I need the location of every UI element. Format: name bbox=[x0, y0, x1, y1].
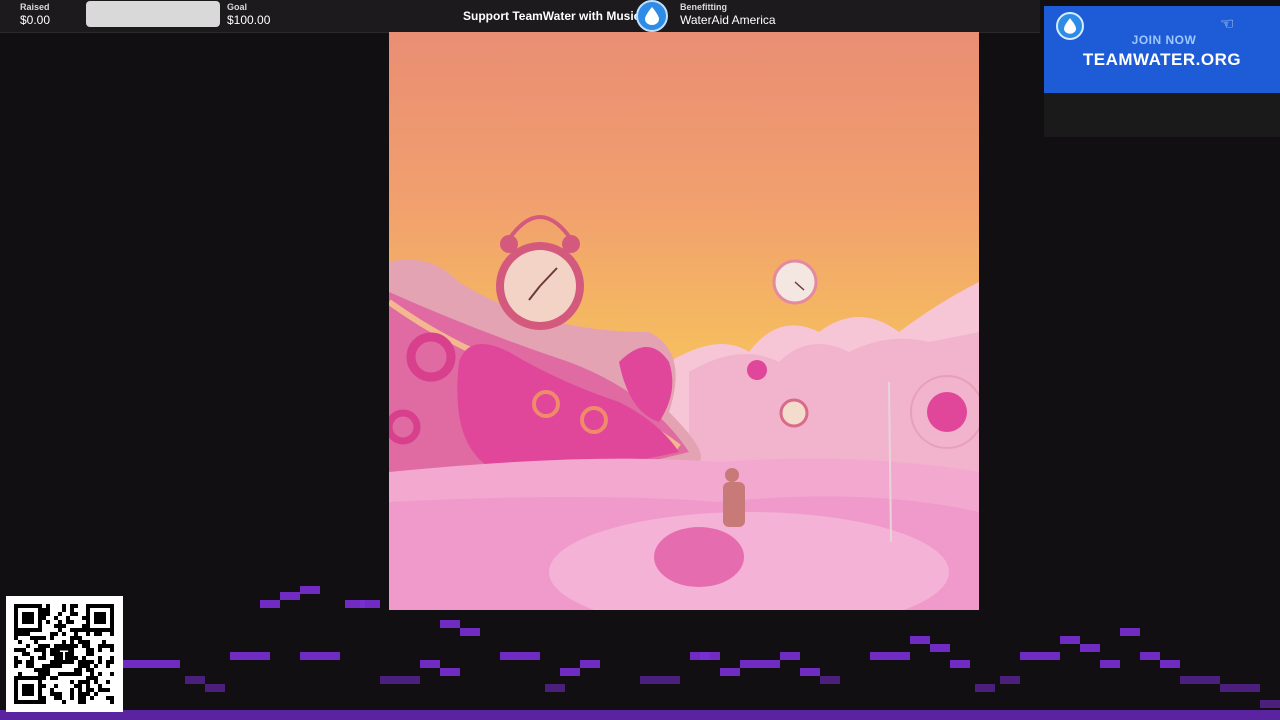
visualizer-block bbox=[1020, 652, 1040, 660]
visualizer-block bbox=[1200, 676, 1220, 684]
goal-value: $100.00 bbox=[227, 13, 271, 27]
qr-code-icon[interactable]: T bbox=[6, 596, 123, 712]
visualizer-block bbox=[950, 660, 970, 668]
visualizer-block bbox=[1120, 628, 1140, 636]
visualizer-block bbox=[160, 660, 180, 668]
visualizer-block bbox=[380, 676, 400, 684]
donation-progress-bar bbox=[86, 1, 220, 27]
benefit-stat: Benefitting WaterAid America bbox=[680, 2, 776, 28]
donation-bar: Raised $0.00 Goal $100.00 Support TeamWa… bbox=[0, 0, 1040, 33]
visualizer-block bbox=[1140, 652, 1160, 660]
visualizer-block bbox=[520, 652, 540, 660]
teamwater-ad-banner[interactable]: ☜ JOIN NOW TEAMWATER.ORG bbox=[1044, 6, 1280, 93]
visualizer-block bbox=[400, 676, 420, 684]
visualizer-block bbox=[890, 652, 910, 660]
visualizer-block bbox=[140, 660, 160, 668]
pointing-hand-icon: ☜ bbox=[1220, 16, 1235, 33]
raised-value: $0.00 bbox=[20, 13, 51, 27]
qr-center-mark: T bbox=[60, 647, 69, 663]
visualizer-block bbox=[300, 586, 320, 594]
visualizer-block bbox=[460, 628, 480, 636]
visualizer-block bbox=[820, 676, 840, 684]
visualizer-block bbox=[1160, 660, 1180, 668]
raised-label: Raised bbox=[20, 2, 50, 12]
visualizer-baseline bbox=[0, 710, 1280, 720]
visualizer-block bbox=[205, 684, 225, 692]
goal-label: Goal bbox=[227, 2, 248, 12]
visualizer-block bbox=[360, 600, 380, 608]
visualizer-block bbox=[185, 676, 205, 684]
visualizer-block bbox=[440, 668, 460, 676]
visualizer-block bbox=[1060, 636, 1080, 644]
visualizer-block bbox=[545, 684, 565, 692]
visualizer-block bbox=[560, 668, 580, 676]
visualizer-block bbox=[440, 620, 460, 628]
water-drop-icon bbox=[636, 0, 668, 32]
visualizer-block bbox=[1100, 660, 1120, 668]
visualizer-block bbox=[720, 668, 740, 676]
visualizer-block bbox=[1260, 700, 1280, 708]
visualizer-block bbox=[1240, 684, 1260, 692]
benefit-label: Benefitting bbox=[680, 2, 727, 12]
visualizer-block bbox=[660, 676, 680, 684]
visualizer-block bbox=[740, 660, 760, 668]
album-artwork bbox=[389, 32, 979, 610]
visualizer-block bbox=[1080, 644, 1100, 652]
audio-visualizer bbox=[0, 586, 1280, 720]
visualizer-block bbox=[700, 652, 720, 660]
goal-stat: Goal $100.00 bbox=[227, 2, 270, 28]
benefit-value: WaterAid America bbox=[680, 13, 776, 27]
visualizer-block bbox=[780, 652, 800, 660]
visualizer-block bbox=[870, 652, 890, 660]
visualizer-block bbox=[1040, 652, 1060, 660]
support-title: Support TeamWater with Music bbox=[463, 9, 641, 23]
visualizer-block bbox=[230, 652, 250, 660]
ad-panel-background bbox=[1044, 93, 1280, 137]
raised-stat: Raised $0.00 bbox=[20, 2, 50, 28]
visualizer-block bbox=[760, 660, 780, 668]
visualizer-block bbox=[1180, 676, 1200, 684]
visualizer-block bbox=[800, 668, 820, 676]
visualizer-block bbox=[930, 644, 950, 652]
visualizer-block bbox=[1000, 676, 1020, 684]
visualizer-block bbox=[250, 652, 270, 660]
visualizer-block bbox=[580, 660, 600, 668]
visualizer-block bbox=[260, 600, 280, 608]
teamwater-url[interactable]: TEAMWATER.ORG bbox=[1044, 50, 1280, 70]
visualizer-block bbox=[1220, 684, 1240, 692]
visualizer-block bbox=[910, 636, 930, 644]
visualizer-block bbox=[640, 676, 660, 684]
visualizer-block bbox=[975, 684, 995, 692]
visualizer-block bbox=[320, 652, 340, 660]
visualizer-block bbox=[420, 660, 440, 668]
join-now-text: JOIN NOW bbox=[1131, 33, 1197, 47]
visualizer-block bbox=[120, 660, 140, 668]
visualizer-block bbox=[500, 652, 520, 660]
visualizer-block bbox=[300, 652, 320, 660]
visualizer-block bbox=[280, 592, 300, 600]
